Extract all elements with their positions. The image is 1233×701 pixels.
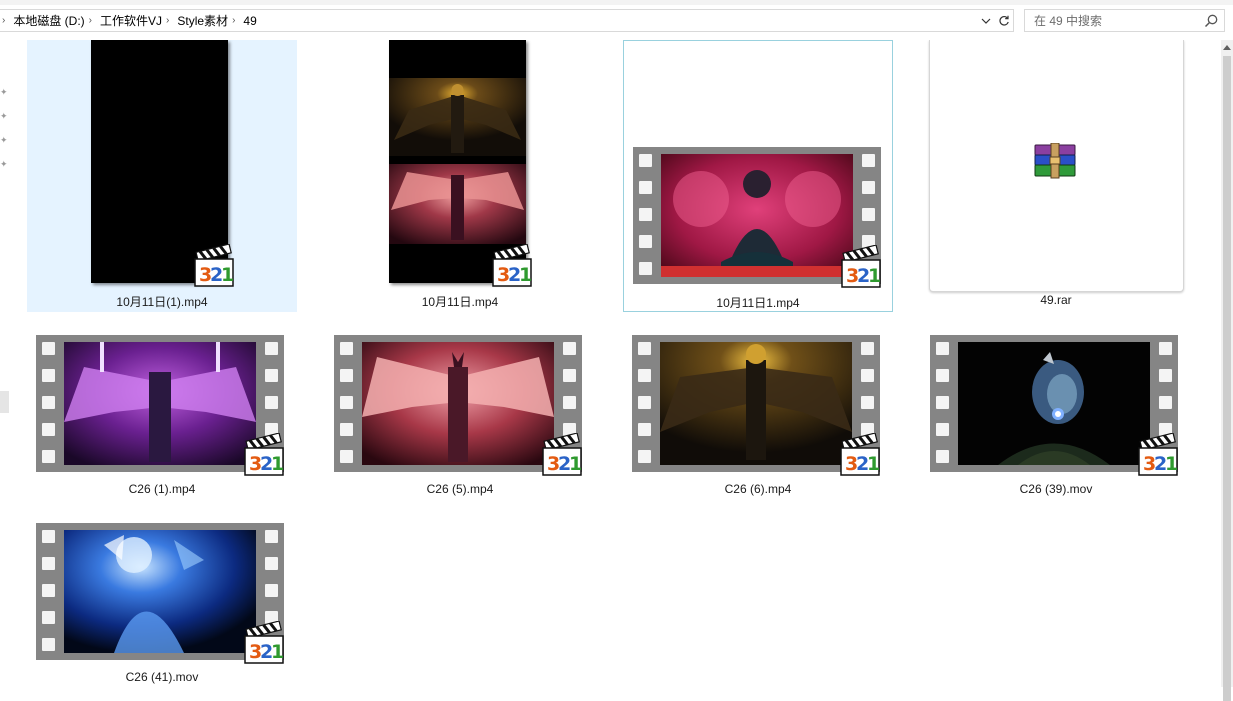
file-name[interactable]: C26 (41).mov — [27, 670, 297, 684]
video-thumbnail — [64, 342, 256, 465]
svg-text:1: 1 — [867, 453, 880, 475]
file-name[interactable]: 49.rar — [921, 293, 1191, 307]
file-item[interactable]: 49.rar — [921, 40, 1191, 312]
refresh-button[interactable] — [994, 9, 1014, 32]
media-player-321-icon: 3 2 1 — [492, 244, 532, 287]
file-name[interactable]: C26 (39).mov — [921, 482, 1191, 496]
address-bar[interactable]: › 本地磁盘 (D:) › 工作软件VJ › Style素材 › 49 — [0, 9, 996, 32]
media-player-321-icon: 3 2 1 — [841, 245, 881, 288]
file-item[interactable]: 3 2 1 C26 (41).mov — [27, 516, 297, 687]
breadcrumb: › 本地磁盘 (D:) › 工作软件VJ › Style素材 › 49 — [0, 10, 259, 31]
video-thumbnail — [64, 530, 256, 653]
video-thumbnail — [362, 342, 554, 465]
vertical-scrollbar[interactable] — [1221, 40, 1233, 701]
svg-text:1: 1 — [868, 265, 881, 287]
breadcrumb-separator[interactable]: › — [164, 15, 175, 26]
svg-text:1: 1 — [271, 641, 284, 663]
media-player-321-icon: 3 2 1 — [244, 621, 284, 664]
file-item[interactable]: 3 2 1 10月11日1.mp4 — [623, 40, 893, 312]
pin-icon: ✦ — [0, 111, 8, 121]
file-name[interactable]: C26 (1).mp4 — [27, 482, 297, 496]
media-player-321-icon: 3 2 1 — [194, 244, 234, 287]
file-name[interactable]: C26 (6).mp4 — [623, 482, 893, 496]
search-icon[interactable] — [1203, 13, 1219, 29]
scroll-up-arrow-icon[interactable] — [1221, 40, 1233, 54]
svg-text:1: 1 — [519, 264, 532, 286]
breadcrumb-item-drive[interactable]: 本地磁盘 (D:) — [11, 12, 86, 29]
file-item[interactable]: 3 2 1 10月11日(1).mp4 — [27, 40, 297, 312]
video-thumbnail — [660, 342, 852, 465]
breadcrumb-item-current[interactable]: 49 — [241, 14, 258, 28]
winrar-archive-icon — [1034, 143, 1076, 179]
search-input[interactable] — [1025, 10, 1201, 31]
refresh-icon — [998, 15, 1009, 26]
file-item[interactable]: 3 2 1 C26 (5).mp4 — [325, 328, 595, 600]
file-list-view[interactable]: 3 2 1 10月11日(1).mp4 3 2 1 10月11日.mp4 3 2… — [12, 40, 1221, 687]
svg-text:1: 1 — [1165, 453, 1178, 475]
pin-icon: ✦ — [0, 87, 8, 97]
media-player-321-icon: 3 2 1 — [1138, 433, 1178, 476]
file-name[interactable]: 10月11日.mp4 — [325, 293, 595, 310]
breadcrumb-item-style[interactable]: Style素材 — [175, 12, 230, 29]
svg-text:1: 1 — [569, 453, 582, 475]
window-top-strip — [0, 0, 1233, 5]
file-name[interactable]: C26 (5).mp4 — [325, 482, 595, 496]
video-thumbnail — [958, 342, 1150, 465]
file-item[interactable]: 3 2 1 10月11日.mp4 — [325, 40, 595, 312]
breadcrumb-separator: › — [2, 15, 6, 26]
file-item[interactable]: 3 2 1 C26 (6).mp4 — [623, 328, 893, 600]
navigation-pane: ✦ ✦ ✦ ✦ — [0, 40, 12, 687]
video-thumbnail — [661, 154, 853, 277]
navigation-selected-item[interactable] — [0, 391, 9, 413]
file-name[interactable]: 10月11日(1).mp4 — [27, 293, 297, 310]
svg-text:1: 1 — [221, 264, 234, 286]
search-box[interactable] — [1024, 9, 1225, 32]
chevron-down-icon[interactable] — [977, 10, 995, 31]
breadcrumb-separator[interactable]: › — [230, 15, 241, 26]
media-player-321-icon: 3 2 1 — [542, 433, 582, 476]
scrollbar-thumb[interactable] — [1223, 56, 1231, 701]
svg-text:1: 1 — [271, 453, 284, 475]
file-item[interactable]: 3 2 1 C26 (39).mov — [921, 328, 1191, 600]
media-player-321-icon: 3 2 1 — [244, 433, 284, 476]
pin-icon: ✦ — [0, 159, 8, 169]
media-player-321-icon: 3 2 1 — [840, 433, 880, 476]
breadcrumb-separator[interactable]: › — [87, 15, 98, 26]
breadcrumb-item-vj[interactable]: 工作软件VJ — [98, 12, 164, 29]
pin-icon: ✦ — [0, 135, 8, 145]
file-name[interactable]: 10月11日1.mp4 — [624, 294, 892, 311]
